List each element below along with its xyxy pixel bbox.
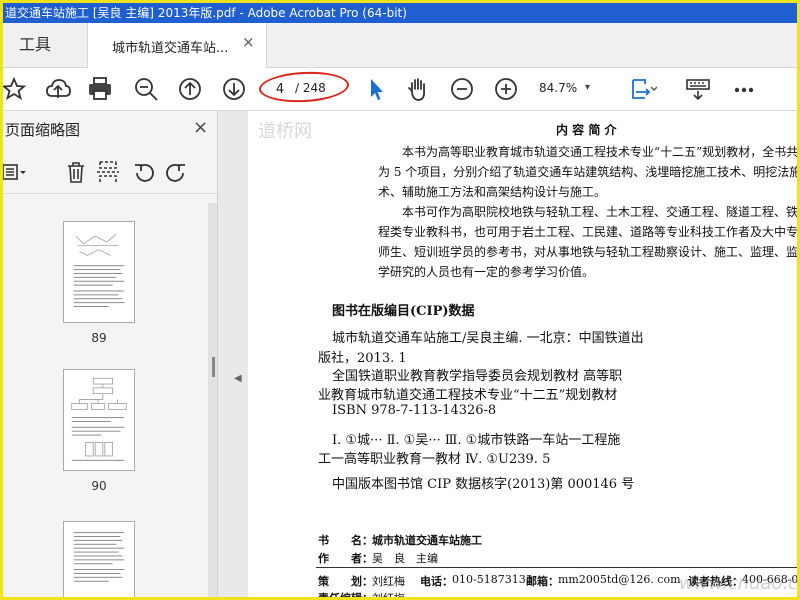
extract-page-icon[interactable] [95,159,121,185]
page-up-icon[interactable] [175,74,205,104]
cip-line: 版社，2013. 1 [318,351,407,366]
book-title-label: 书 名： [318,534,373,547]
tab-tools[interactable]: 工具 [3,23,87,67]
thumbnail-page-number: 90 [91,479,107,493]
thumbnail-panel: 页面缩略图 × 89 90 [3,111,218,597]
cip-line: 全国铁道职业教育教学指导委员会规划教材 高等职 [332,369,623,384]
tab-close-icon[interactable]: × [242,33,255,51]
collapse-panel-icon[interactable]: ◀ [234,373,242,384]
author: 吴 良 主编 [372,552,438,565]
tab-document[interactable]: 城市轨道交通车站... × [87,23,267,68]
cip-heading: 图书在版编目(CIP)数据 [332,304,475,319]
chevron-down-icon[interactable]: ▾ [585,78,590,98]
planner: 刘红梅 [372,575,405,588]
zoom-out-magnifier-icon[interactable] [131,74,161,104]
rotate-left-icon[interactable] [131,159,157,185]
rotate-right-icon[interactable] [163,159,189,185]
page-thumbnail[interactable] [63,369,135,471]
trash-icon[interactable] [63,159,89,185]
thumbnail-page-number: 89 [91,331,107,345]
panel-close-icon[interactable]: × [193,117,208,138]
divider-line [316,567,797,568]
window-title: 道交通车站施工 [吴良 主编] 2013年版.pdf - Adobe Acrob… [5,6,407,20]
intro-line: 师生、短训班学员的参考书，对从事地铁与轻轨工程勘察设计、施工、监理、监测和科 [378,245,797,259]
app-window: 道交通车站施工 [吴良 主编] 2013年版.pdf - Adobe Acrob… [0,0,800,600]
editor-label: 责任编辑： [318,592,373,600]
thumbnail-list: 89 90 [3,203,209,597]
author-label: 作 者： [318,552,373,565]
panel-title: 页面缩略图 [5,121,81,139]
intro-line: 本书为高等职业教育城市轨道交通工程技术专业“十二五”规划教材，全书共分 [402,145,797,159]
intro-line: 为 5 个项目，分别介绍了轨道交通车站建筑结构、浅埋暗挖施工技术、明挖法施工技 [378,165,797,179]
options-menu-icon[interactable] [3,159,27,185]
zoom-minus-icon[interactable] [447,74,477,104]
select-arrow-icon[interactable] [361,74,391,104]
window-titlebar: 道交通车站施工 [吴良 主编] 2013年版.pdf - Adobe Acrob… [3,3,797,23]
annotation-oval [258,69,350,105]
watermark-text: 道桥网 [258,121,312,142]
planner-label: 策 划： [318,575,373,588]
page-fit-icon[interactable] [627,74,658,104]
editor: 刘红梅 [372,592,405,600]
intro-line: 本书可作为高职院校地铁与轻轨工程、土木工程、交通工程、隧道工程、铁道工 [402,205,797,219]
cip-line: 城市轨道交通车站施工/吴良主编. 一北京：中国铁道出 [332,331,644,346]
cip-line: 工一高等职业教育一教材 Ⅳ. ①U239. 5 [318,452,551,467]
cip-line: 中国版本图书馆 CIP 数据核字(2013)第 000146 号 [332,477,635,492]
phone: 010-51873133 [452,573,533,586]
page-thumbnail[interactable] [63,521,135,597]
cip-line: ISBN 978-7-113-14326-8 [332,403,497,418]
intro-line: 术、辅助施工方法和高架结构设计与施工。 [378,185,607,199]
thumbnail-scrollbar[interactable] [208,203,217,597]
zoom-plus-icon[interactable] [491,74,521,104]
tab-document-label: 城市轨道交通车站... [112,41,229,56]
intro-heading: 内 容 简 介 [556,123,617,137]
cip-line: Ⅰ. ①城··· Ⅱ. ①吴··· Ⅲ. ①城市铁路一车站一工程施 [332,433,621,448]
panel-toolbar [3,153,217,194]
document-view[interactable]: 道桥网 内 容 简 介 本书为高等职业教育城市轨道交通工程技术专业“十二五”规划… [248,111,797,600]
cloud-upload-icon[interactable] [43,74,73,104]
panel-splitter[interactable]: ◀ [212,111,248,597]
keyboard-icon[interactable] [683,74,713,104]
intro-line: 学研究的人员也有一定的参考学习价值。 [378,265,595,279]
page-thumbnail[interactable] [63,221,135,323]
page-down-icon[interactable] [219,74,249,104]
more-icon[interactable] [729,74,759,104]
email-label: 邮箱： [526,575,559,588]
tab-bar: 工具 城市轨道交通车站... × [3,23,797,68]
cip-line: 业教育城市轨道交通工程技术专业“十二五”规划教材 [318,388,618,403]
star-icon[interactable] [3,74,29,104]
phone-label: 电话： [420,575,453,588]
main-toolbar: / 248 84.7% ▾ [3,68,797,111]
splitter-grip[interactable] [212,357,215,377]
email: mm2005td@126. com [558,573,681,586]
intro-line: 程类专业教科书，也可用于岩土工程、工民建、道路等专业科技工作者及大中专院校 [378,225,797,239]
zoom-level[interactable]: 84.7% [539,78,577,98]
book-title: 城市轨道交通车站施工 [372,534,482,547]
print-icon[interactable] [85,74,115,104]
site-watermark: www.cndao.com [679,573,799,594]
hand-icon[interactable] [403,74,433,104]
